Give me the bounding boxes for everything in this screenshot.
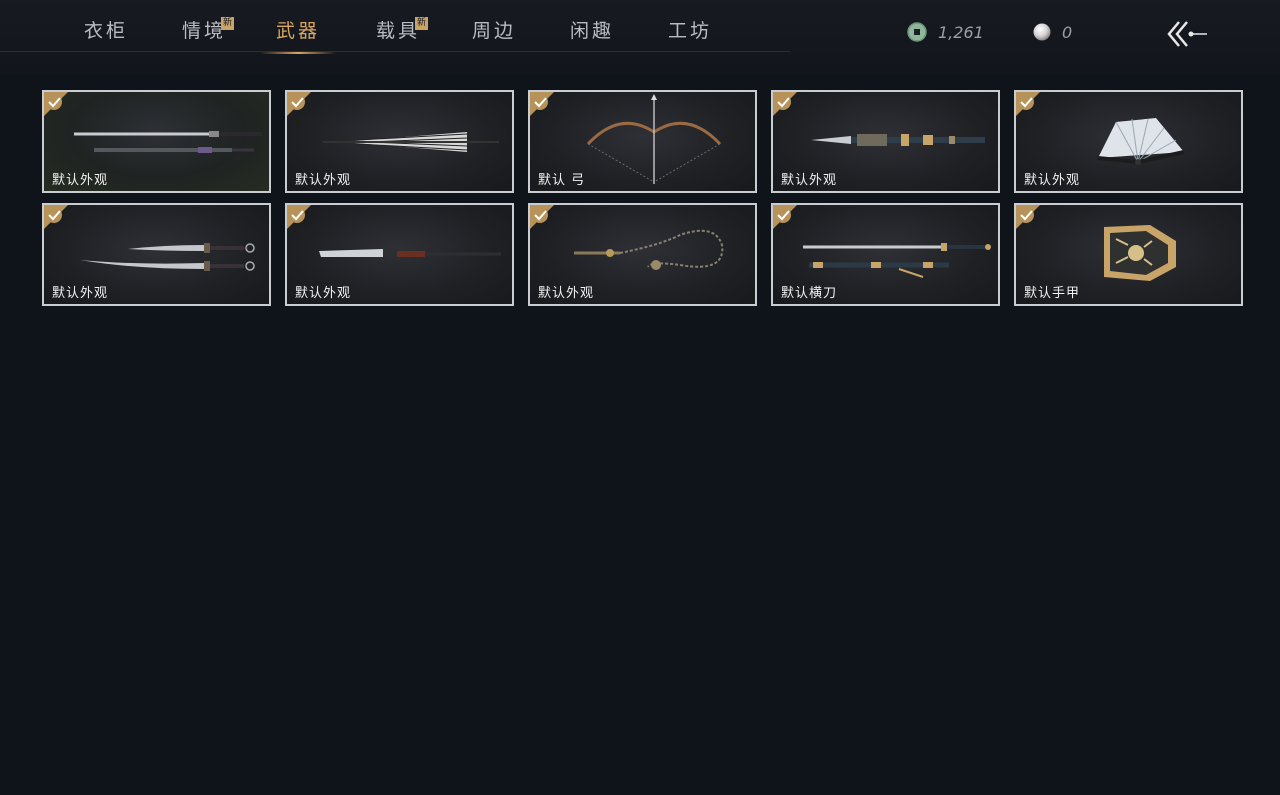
- weapon-card-label: 默认横刀: [781, 286, 838, 301]
- pearl-amount: 0: [1062, 22, 1073, 42]
- new-badge: 新: [415, 17, 428, 30]
- weapon-card[interactable]: 默认外观: [528, 203, 757, 306]
- tab-leisure[interactable]: 闲趣: [568, 16, 616, 52]
- pearl-currency: 0: [1032, 20, 1072, 44]
- back-arrow-icon: [1167, 21, 1207, 47]
- tab-label: 情境: [181, 20, 226, 42]
- tab-label: 工坊: [667, 20, 712, 42]
- equipped-check-icon: [530, 92, 554, 116]
- new-badge: 新: [221, 17, 234, 30]
- weapon-card[interactable]: 默认外观: [285, 90, 514, 193]
- jade-coin-amount: 1,261: [938, 22, 984, 42]
- pearl-icon: [1033, 23, 1051, 41]
- tab-mounts[interactable]: 载具 新: [374, 16, 428, 52]
- tab-label: 衣柜: [83, 20, 128, 42]
- equipped-check-icon: [287, 92, 311, 116]
- weapon-card-label: 默认外观: [1024, 173, 1081, 188]
- equipped-check-icon: [44, 205, 68, 229]
- jade-coin-currency: 1,261: [906, 20, 984, 44]
- tab-scenario[interactable]: 情境 新: [180, 16, 234, 52]
- weapon-card[interactable]: 默认外观: [42, 203, 271, 306]
- back-button[interactable]: [1163, 16, 1211, 52]
- weapon-card[interactable]: 默认外观: [42, 90, 271, 193]
- equipped-check-icon: [773, 92, 797, 116]
- equipped-check-icon: [287, 205, 311, 229]
- tab-label: 闲趣: [569, 20, 614, 42]
- weapon-card[interactable]: 默认外观: [285, 203, 514, 306]
- weapon-card-label: 默认 弓: [538, 173, 586, 188]
- jade-coin-icon: [907, 22, 927, 42]
- equipped-check-icon: [530, 205, 554, 229]
- equipped-check-icon: [1016, 92, 1040, 116]
- tab-peripherals[interactable]: 周边: [470, 16, 518, 52]
- weapon-card-label: 默认外观: [781, 173, 838, 188]
- weapon-card[interactable]: 默认外观: [771, 90, 1000, 193]
- equipped-check-icon: [44, 92, 68, 116]
- top-bar: 衣柜 情境 新 武器 载具 新 周边 闲趣 工坊 1,261 0: [0, 0, 1280, 74]
- tab-label: 周边: [471, 20, 516, 42]
- tab-wardrobe[interactable]: 衣柜: [82, 16, 130, 52]
- tab-label: 载具: [375, 20, 420, 42]
- weapon-card-label: 默认外观: [52, 173, 109, 188]
- tab-label: 武器: [275, 20, 320, 42]
- weapon-card[interactable]: 默认 弓: [528, 90, 757, 193]
- weapon-card[interactable]: 默认横刀: [771, 203, 1000, 306]
- weapon-card-label: 默认手甲: [1024, 286, 1081, 301]
- tab-weapons[interactable]: 武器: [260, 16, 336, 54]
- weapon-card-label: 默认外观: [295, 286, 352, 301]
- weapon-card-label: 默认外观: [295, 173, 352, 188]
- active-tab-underline: [260, 52, 336, 54]
- weapon-card-label: 默认外观: [52, 286, 109, 301]
- weapon-card[interactable]: 默认外观: [1014, 90, 1243, 193]
- category-tabs: 衣柜 情境 新 武器 载具 新 周边 闲趣 工坊: [0, 0, 790, 54]
- weapon-card[interactable]: 默认手甲: [1014, 203, 1243, 306]
- tab-workshop[interactable]: 工坊: [666, 16, 714, 52]
- equipped-check-icon: [1016, 205, 1040, 229]
- weapon-card-label: 默认外观: [538, 286, 595, 301]
- equipped-check-icon: [773, 205, 797, 229]
